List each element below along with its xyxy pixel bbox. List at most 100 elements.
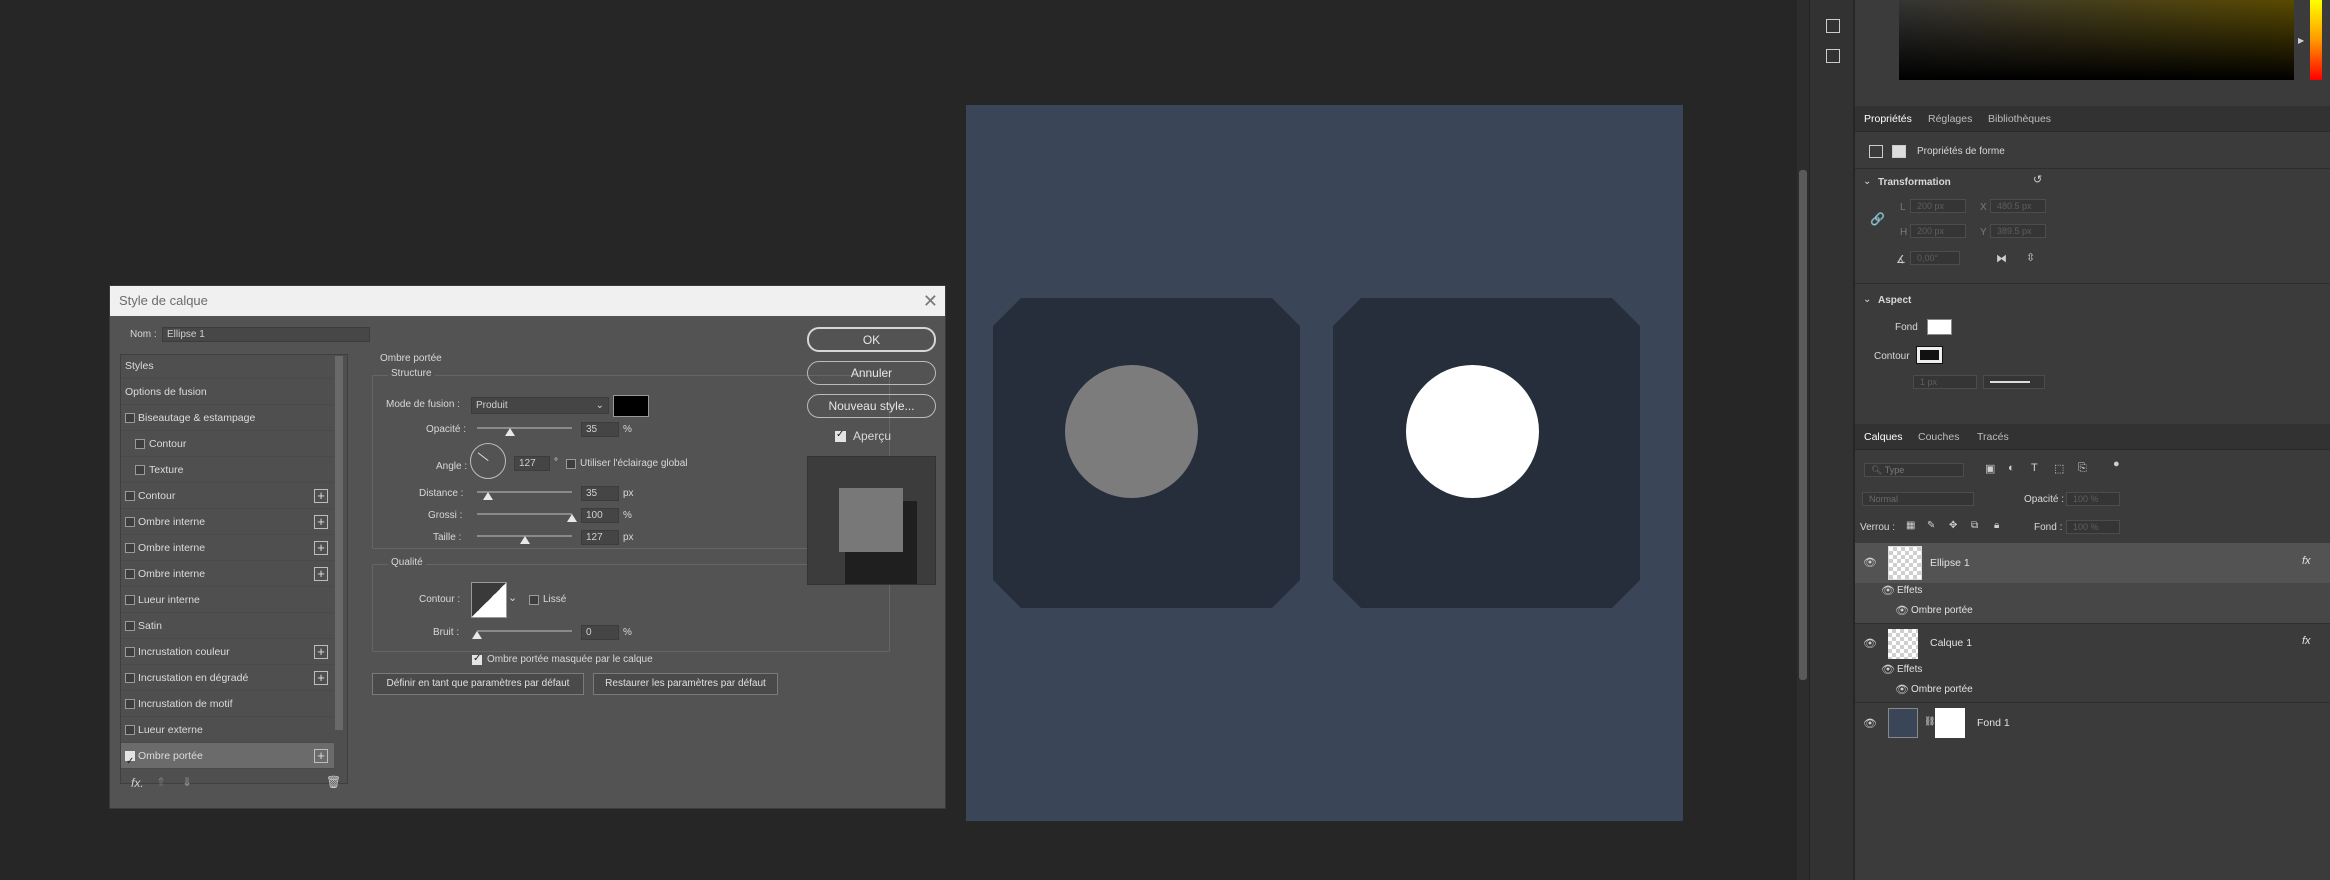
noise-field[interactable]: 0 <box>581 625 619 640</box>
style-item[interactable]: Lueur interne <box>121 587 334 613</box>
link-icon[interactable]: 🔗 <box>1870 212 1885 226</box>
add-effect-icon[interactable]: + <box>314 645 328 659</box>
dialog-title-bar[interactable]: Style de calque ✕ <box>110 286 945 316</box>
close-icon[interactable]: ✕ <box>923 286 938 316</box>
effect-name[interactable]: Ombre portée <box>1911 684 1973 695</box>
layer-effects[interactable]: 👁︎ Effets 👁︎ Ombre portée <box>1855 583 2330 623</box>
lock-pixels-icon[interactable]: ✎ <box>1927 520 1935 531</box>
style-checkbox[interactable] <box>125 491 135 501</box>
style-item[interactable]: Contour <box>121 431 334 457</box>
new-style-button[interactable]: Nouveau style... <box>807 394 936 418</box>
scrollbar-thumb[interactable] <box>1799 170 1807 680</box>
blend-mode-dropdown[interactable]: Normal <box>1862 492 1974 506</box>
style-item[interactable]: Contour + <box>121 483 334 509</box>
style-item[interactable]: Ombre interne + <box>121 561 334 587</box>
filter-toggle-icon[interactable]: ● <box>2113 458 2120 470</box>
mask-icon[interactable] <box>1892 145 1906 158</box>
style-item[interactable]: Biseautage & estampage <box>121 405 334 431</box>
style-item[interactable]: Ombre interne + <box>121 535 334 561</box>
layer-row[interactable]: 👁︎ Ellipse 1 fx <box>1855 543 2330 583</box>
layer-name-field[interactable]: Ellipse 1 <box>162 327 370 342</box>
move-down-icon[interactable]: ⇓ <box>182 775 192 789</box>
layer-opacity-field[interactable]: 100 % <box>2066 492 2120 506</box>
noise-slider[interactable] <box>477 630 572 632</box>
distance-slider-thumb[interactable] <box>483 492 494 500</box>
style-checkbox[interactable] <box>125 725 135 735</box>
style-item[interactable]: Incrustation couleur + <box>121 639 334 665</box>
style-checkbox[interactable] <box>125 673 135 683</box>
blend-mode-select[interactable]: Produit ⌄ <box>471 397 609 414</box>
size-slider-thumb[interactable] <box>519 536 530 544</box>
style-item[interactable]: Ombre portée + <box>121 743 334 775</box>
chevron-down-icon[interactable]: ⌄ <box>508 591 517 604</box>
height-field[interactable]: 200 px <box>1910 224 1966 238</box>
visibility-eye-icon[interactable]: 👁︎ <box>1863 556 1877 569</box>
visibility-eye-icon[interactable]: 👁︎ <box>1881 663 1895 676</box>
style-item[interactable]: Texture <box>121 457 334 483</box>
hue-pointer-icon[interactable]: ▶ <box>2298 36 2304 45</box>
style-checkbox[interactable] <box>125 647 135 657</box>
document-canvas[interactable] <box>966 105 1683 821</box>
x-field[interactable]: 480.5 px <box>1990 199 2046 213</box>
knockout-checkbox[interactable] <box>472 653 482 665</box>
reset-default-button[interactable]: Restaurer les paramètres par défaut <box>593 673 778 695</box>
ellipse-right[interactable] <box>1406 365 1539 498</box>
visibility-eye-icon[interactable]: 👁︎ <box>1863 637 1877 650</box>
width-field[interactable]: 200 px <box>1910 199 1966 213</box>
style-checkbox[interactable] <box>125 517 135 527</box>
libraries-panel-icon[interactable] <box>1826 19 1840 33</box>
add-effect-icon[interactable]: + <box>314 515 328 529</box>
lock-position-icon[interactable]: ✥ <box>1949 520 1957 531</box>
visibility-eye-icon[interactable]: 👁︎ <box>1881 584 1895 597</box>
style-checkbox[interactable] <box>125 749 135 775</box>
lock-all-icon[interactable]: 🔒︎ <box>1994 520 1999 531</box>
layer-row[interactable]: 👁︎ ⛓ Fond 1 <box>1855 702 2330 742</box>
octagon-shape-right[interactable] <box>1333 298 1640 608</box>
chevron-down-icon[interactable]: ⌄ <box>1863 176 1871 187</box>
layer-mask-thumbnail[interactable] <box>1935 708 1965 738</box>
canvas-vertical-scrollbar[interactable] <box>1797 0 1809 880</box>
layer-name[interactable]: Ellipse 1 <box>1930 557 1970 569</box>
add-effect-icon[interactable]: + <box>314 541 328 555</box>
link-icon[interactable]: ⛓ <box>1924 716 1935 727</box>
layer-row[interactable]: 👁︎ Calque 1 fx <box>1855 623 2330 663</box>
ellipse-left[interactable] <box>1065 365 1198 498</box>
style-item[interactable]: Incrustation de motif <box>121 691 334 717</box>
visibility-eye-icon[interactable]: 👁︎ <box>1863 717 1877 730</box>
style-checkbox[interactable] <box>125 413 135 423</box>
contour-picker[interactable] <box>471 582 507 618</box>
notes-panel-icon[interactable] <box>1826 49 1840 63</box>
lock-transparency-icon[interactable]: ▦ <box>1906 520 1915 531</box>
opacity-slider[interactable] <box>477 427 572 429</box>
noise-slider-thumb[interactable] <box>472 631 482 639</box>
flip-vertical-icon[interactable]: ⇳ <box>2026 251 2035 264</box>
add-effect-icon[interactable]: + <box>314 671 328 685</box>
cancel-button[interactable]: Annuler <box>807 361 936 385</box>
filter-smart-object-icon[interactable]: ⎘ <box>2078 462 2087 475</box>
fill-swatch[interactable] <box>1927 319 1952 335</box>
global-light-checkbox[interactable] <box>566 459 576 469</box>
filter-adjustment-icon[interactable]: ◐ <box>2008 462 2015 474</box>
tab-adjustments[interactable]: Réglages <box>1928 113 1972 125</box>
add-effect-icon[interactable]: + <box>314 567 328 581</box>
opacity-slider-thumb[interactable] <box>505 428 516 436</box>
shadow-color-swatch[interactable] <box>613 395 649 417</box>
style-item[interactable]: Satin <box>121 613 334 639</box>
shape-transform-icon[interactable] <box>1869 145 1883 158</box>
style-checkbox[interactable] <box>125 621 135 631</box>
stroke-style-select[interactable] <box>1983 375 2045 389</box>
angle-dial[interactable] <box>470 443 506 479</box>
add-effect-icon[interactable]: + <box>314 749 328 763</box>
stroke-width-field[interactable]: 1 px <box>1913 375 1977 389</box>
lock-artboard-icon[interactable]: ⧉ <box>1971 520 1978 531</box>
spread-field[interactable]: 100 <box>581 508 619 523</box>
style-checkbox[interactable] <box>125 595 135 605</box>
style-checkbox[interactable] <box>135 439 145 449</box>
spread-slider[interactable] <box>477 513 572 515</box>
flip-horizontal-icon[interactable]: ⧓ <box>1996 252 2007 265</box>
angle-field[interactable]: 127 <box>514 456 550 471</box>
layer-name[interactable]: Fond 1 <box>1977 717 2010 729</box>
fx-icon[interactable]: fx <box>2302 635 2311 647</box>
style-checkbox[interactable] <box>135 465 145 475</box>
tab-paths[interactable]: Tracés <box>1977 431 2009 443</box>
